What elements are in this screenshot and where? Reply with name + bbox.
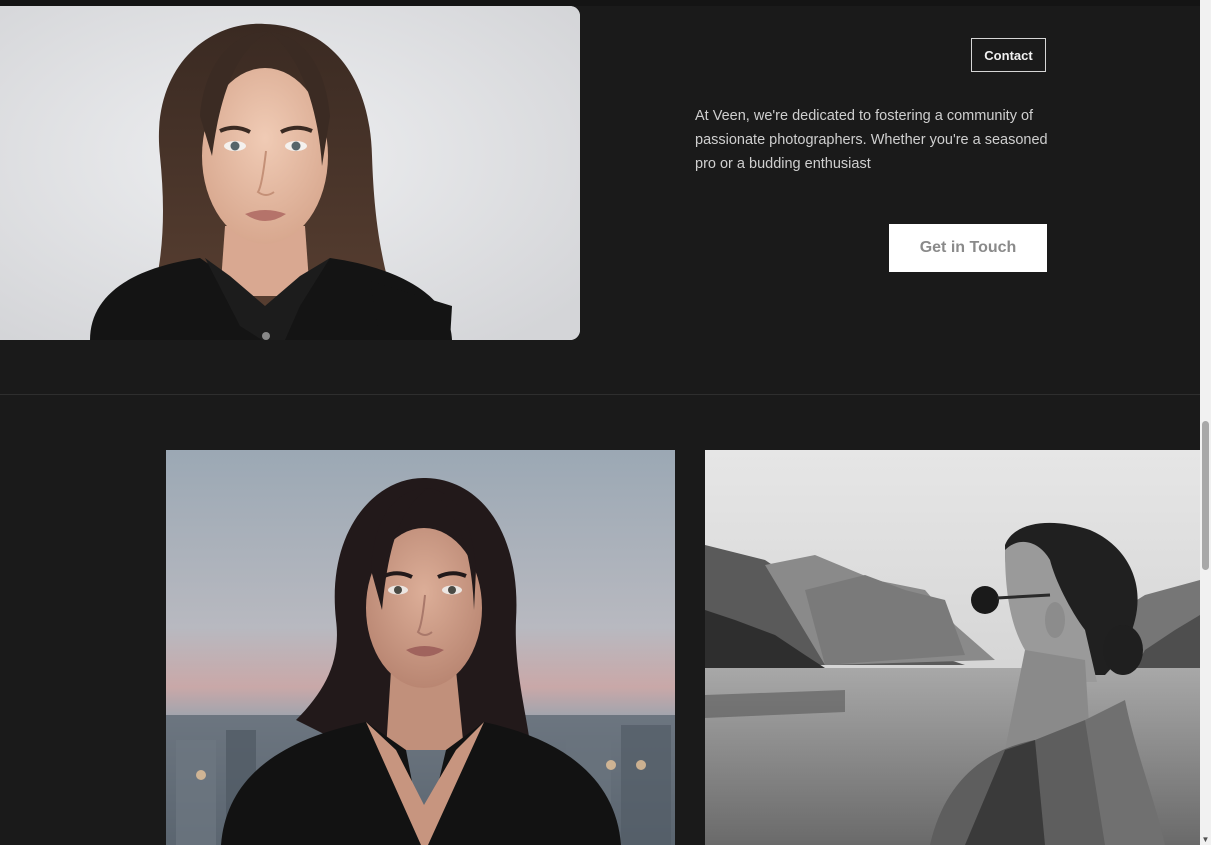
page-scrollbar[interactable]: ▼ [1200,0,1211,845]
section-divider [0,394,1200,395]
scroll-down-icon[interactable]: ▼ [1201,835,1210,844]
page-viewport: Contact At Veen, we're dedicated to fost… [0,0,1211,845]
city-portrait-image [166,450,675,845]
lake-portrait-image [705,450,1200,845]
contact-button[interactable]: Contact [971,38,1046,72]
intro-paragraph: At Veen, we're dedicated to fostering a … [695,108,1048,172]
hero-portrait-image [0,6,580,340]
get-in-touch-button[interactable]: Get in Touch [889,224,1047,272]
scrollbar-thumb[interactable] [1202,421,1209,570]
